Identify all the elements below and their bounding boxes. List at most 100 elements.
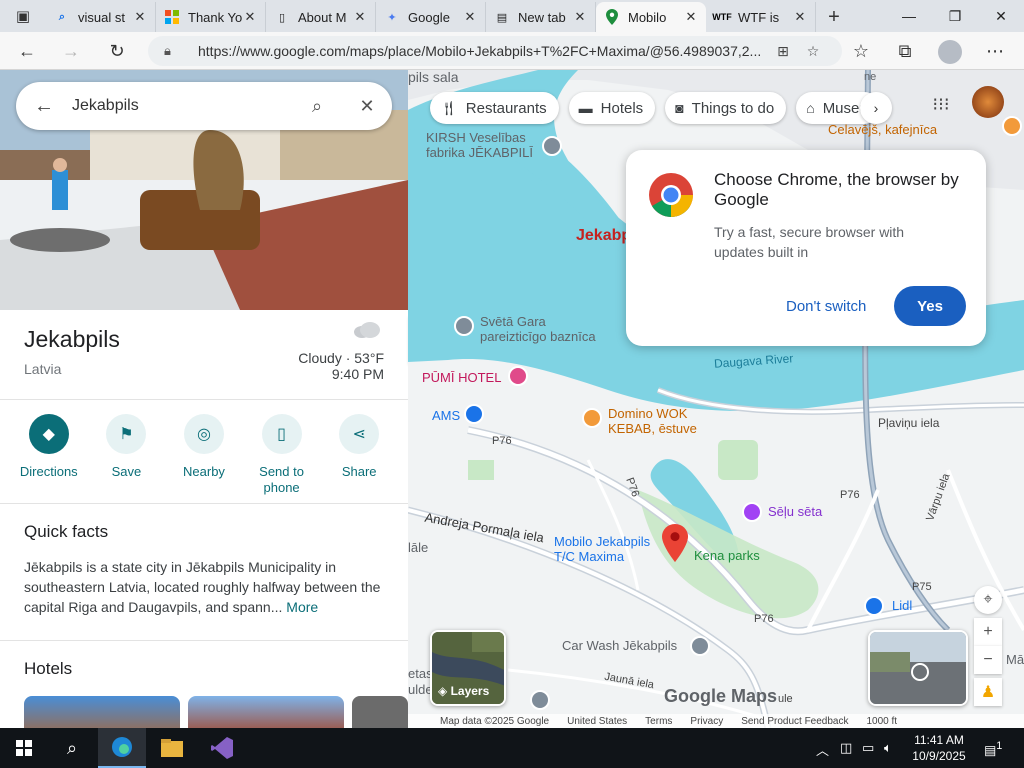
- refresh-button[interactable]: ↻: [102, 36, 132, 66]
- tab-label: About M: [298, 9, 347, 25]
- tab-new-tab[interactable]: ▤ New tab ✕: [486, 2, 596, 32]
- chevron-up-icon[interactable]: ︿: [816, 740, 829, 759]
- scale-label[interactable]: 1000 ft: [867, 716, 898, 727]
- dont-switch-button[interactable]: Don't switch: [786, 298, 866, 315]
- add-favorite-icon[interactable]: ☆: [798, 43, 828, 60]
- visual-studio-icon: [211, 737, 233, 759]
- carwash-icon[interactable]: [690, 636, 710, 656]
- restore-button[interactable]: ❐: [932, 0, 978, 32]
- taskbar-edge[interactable]: [98, 728, 146, 768]
- favorites-button[interactable]: ☆: [846, 36, 876, 66]
- layers-button[interactable]: ◈ Layers: [430, 630, 506, 706]
- app-available-icon[interactable]: ⊞: [768, 43, 798, 60]
- restaurant-icon[interactable]: [582, 408, 602, 428]
- quick-facts-body: Jēkabpils is a state city in Jēkabpils M…: [24, 559, 381, 615]
- close-tab-icon[interactable]: ✕: [793, 9, 807, 25]
- attraction-icon[interactable]: [742, 502, 762, 522]
- chip-restaurants[interactable]: 🍴︎ Restaurants: [430, 92, 559, 124]
- google-apps-icon[interactable]: ⁝⁝⁝: [930, 94, 952, 116]
- account-avatar[interactable]: [972, 86, 1004, 118]
- street-view-preview[interactable]: [868, 630, 968, 706]
- tab-google[interactable]: ✦ Google ✕: [376, 2, 486, 32]
- yes-button[interactable]: Yes: [894, 286, 966, 326]
- clock[interactable]: 11:41 AM 10/9/2025: [904, 732, 974, 764]
- poi-marker[interactable]: [542, 136, 562, 156]
- chips-next-button[interactable]: ›: [860, 92, 892, 124]
- zoom-out-button[interactable]: −: [974, 646, 1002, 674]
- place-photo[interactable]: ← Jekabpils ⌕ ✕: [0, 70, 408, 310]
- directions-button[interactable]: ◆ Directions: [14, 414, 84, 496]
- tab-wtf[interactable]: WTF WTF is ✕: [706, 2, 816, 32]
- bank-icon[interactable]: [464, 404, 484, 424]
- poi-marker[interactable]: [530, 690, 550, 710]
- taskbar-visual-studio[interactable]: [198, 728, 246, 768]
- collections-button[interactable]: ⧉: [890, 36, 920, 66]
- terms-link[interactable]: Terms: [645, 716, 672, 727]
- chip-hotels[interactable]: ▬ Hotels: [568, 92, 656, 124]
- profile-avatar[interactable]: [938, 40, 962, 64]
- address-bar[interactable]: 🔒︎ https://www.google.com/maps/place/Mob…: [148, 36, 842, 66]
- tab-label: WTF is: [738, 9, 780, 25]
- feedback-link[interactable]: Send Product Feedback: [741, 716, 848, 727]
- map-canvas[interactable]: 🍴︎ Restaurants ▬ Hotels ◙ Things to do ⌂ Mus…: [408, 70, 1024, 728]
- close-tab-icon[interactable]: ✕: [573, 9, 587, 25]
- hotel-thumbnail[interactable]: [352, 696, 408, 728]
- close-tab-icon[interactable]: ✕: [353, 9, 367, 25]
- close-tab-icon[interactable]: ✕: [133, 9, 147, 25]
- close-tab-icon[interactable]: ✕: [463, 9, 477, 25]
- search-button[interactable]: ⌕: [48, 728, 96, 768]
- meet-now-icon[interactable]: ◫: [840, 740, 852, 756]
- place-panel: ← Jekabpils ⌕ ✕ Jekabpils Latvia Cloudy …: [0, 70, 408, 728]
- search-input[interactable]: Jekabpils: [72, 97, 292, 115]
- nearby-button[interactable]: ◎ Nearby: [169, 414, 239, 496]
- hotel-thumbnail[interactable]: [188, 696, 344, 728]
- close-icon: ✕: [995, 7, 1007, 24]
- send-to-phone-button[interactable]: ▯ Send to phone: [247, 414, 317, 496]
- more-link[interactable]: More: [286, 599, 318, 615]
- back-arrow-icon[interactable]: ←: [16, 95, 72, 118]
- church-icon[interactable]: [454, 316, 474, 336]
- search-icon[interactable]: ⌕: [292, 96, 342, 117]
- network-icon[interactable]: ▭: [862, 740, 874, 756]
- search-box[interactable]: ← Jekabpils ⌕ ✕: [16, 82, 392, 130]
- privacy-link[interactable]: Privacy: [690, 716, 723, 727]
- forward-button[interactable]: →: [56, 36, 86, 66]
- settings-menu-button[interactable]: ⋯: [980, 36, 1010, 66]
- volume-icon[interactable]: 🔈︎: [884, 740, 892, 756]
- close-tab-icon[interactable]: ✕: [684, 9, 698, 25]
- action-label: Send to phone: [259, 464, 304, 495]
- map-label-p76-b: P76: [840, 489, 860, 501]
- close-tab-icon[interactable]: ✕: [243, 9, 257, 25]
- favorites-icon: ☆: [852, 40, 870, 61]
- tab-about[interactable]: ▯ About M ✕: [266, 2, 376, 32]
- taskbar-file-explorer[interactable]: [148, 728, 196, 768]
- tab-actions-button[interactable]: ▣: [0, 0, 46, 32]
- bed-icon: ▬: [578, 100, 593, 116]
- tab-visual-search[interactable]: ⌕ visual st ✕: [46, 2, 156, 32]
- search-icon: ⌕: [66, 737, 78, 758]
- chrome-logo-icon: [649, 173, 693, 217]
- country-link[interactable]: United States: [567, 716, 627, 727]
- location-pin-icon[interactable]: [662, 524, 688, 562]
- close-window-button[interactable]: ✕: [978, 0, 1024, 32]
- zoom-in-button[interactable]: +: [974, 618, 1002, 646]
- tab-mobilo[interactable]: Mobilo ✕: [596, 2, 706, 32]
- save-button[interactable]: ⚑ Save: [91, 414, 161, 496]
- clear-search-icon[interactable]: ✕: [342, 96, 392, 117]
- back-button[interactable]: ←: [12, 36, 42, 66]
- cafe-icon[interactable]: [1002, 116, 1022, 136]
- hotel-icon[interactable]: [508, 366, 528, 386]
- divider: [0, 503, 408, 504]
- pegman-button[interactable]: ♟: [974, 678, 1002, 706]
- hotel-thumbnail[interactable]: [24, 696, 180, 728]
- share-button[interactable]: ⋖ Share: [324, 414, 394, 496]
- shopping-icon[interactable]: [864, 596, 884, 616]
- start-button[interactable]: [0, 728, 48, 768]
- minimize-button[interactable]: —: [886, 0, 932, 32]
- notifications-button[interactable]: ▤1: [984, 740, 1002, 758]
- new-tab-button[interactable]: +: [816, 2, 852, 32]
- share-icon: ⋖: [339, 414, 380, 454]
- chip-things-to-do[interactable]: ◙ Things to do: [665, 92, 787, 124]
- my-location-button[interactable]: ⌖: [974, 586, 1002, 614]
- tab-thank-you[interactable]: Thank Yo ✕: [156, 2, 266, 32]
